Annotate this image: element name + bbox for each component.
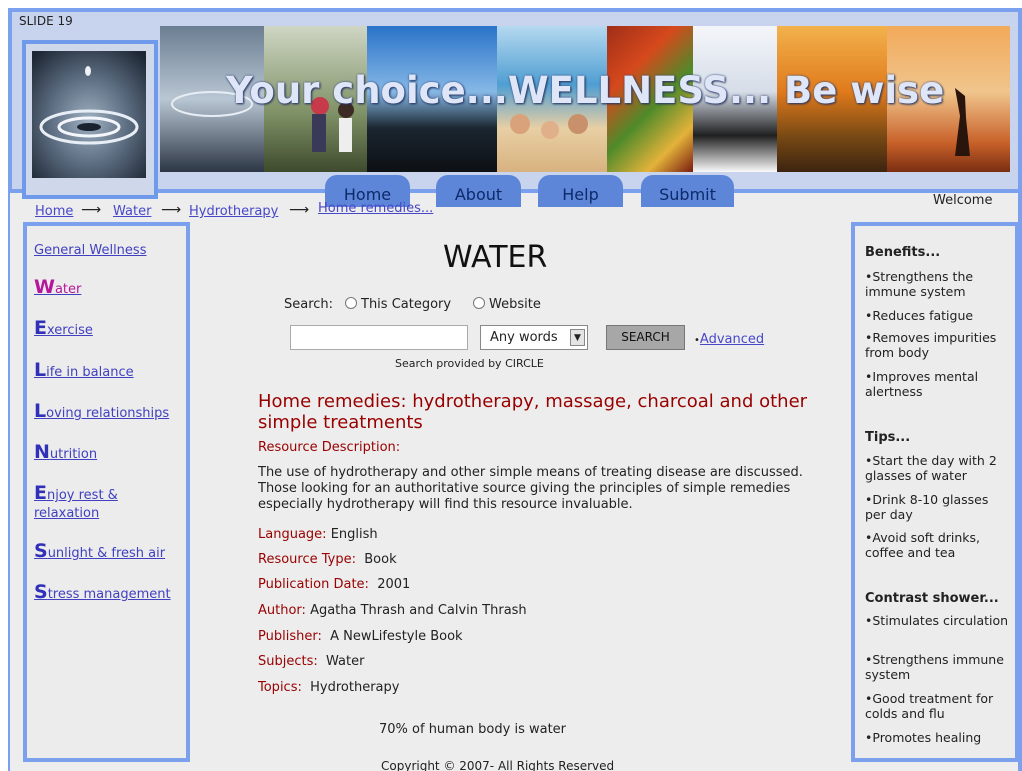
nav-label: xercise xyxy=(46,323,93,338)
detail-publisher: Publisher: A NewLifestyle Book xyxy=(258,629,463,644)
copyright: Copyright © 2007- All Rights Reserved xyxy=(381,759,615,771)
benefit-item: •Reduces fatigue xyxy=(865,308,974,323)
detail-subjects: Subjects: Water xyxy=(258,654,364,669)
detail-publication-date: Publication Date: 2001 xyxy=(258,577,410,592)
detail-value: Book xyxy=(364,552,397,567)
detail-label: Subjects: xyxy=(258,654,318,669)
nav-initial: N xyxy=(34,441,50,463)
page-title: WATER xyxy=(443,240,548,275)
benefit-item: •Improves mental alertness xyxy=(865,369,979,399)
nav-label: ater xyxy=(54,282,82,297)
search-label-text: Search: xyxy=(284,297,334,312)
tip-item: •Avoid soft drinks, coffee and tea xyxy=(865,530,981,560)
water-fact: 70% of human body is water xyxy=(379,722,567,737)
arrow-right-icon: ⟶ xyxy=(161,202,182,218)
detail-resource-type: Resource Type: Book xyxy=(258,552,397,567)
contrast-heading: Contrast shower... xyxy=(865,591,999,606)
nav-initial: E xyxy=(34,482,47,504)
benefits-heading: Benefits... xyxy=(865,245,941,260)
nav-tab-help[interactable]: Help xyxy=(538,175,623,207)
detail-value: Hydrotherapy xyxy=(310,680,400,695)
detail-author: Author: Agatha Thrash and Calvin Thrash xyxy=(258,603,527,618)
tip-item: •Start the day with 2 glasses of water xyxy=(865,453,997,483)
detail-topics: Topics: Hydrotherapy xyxy=(258,680,399,695)
nav-tab-about[interactable]: About xyxy=(436,175,521,207)
advanced-link[interactable]: Advanced xyxy=(700,332,764,347)
nav-nutrition[interactable]: Nutrition xyxy=(34,443,97,464)
water-drop-logo xyxy=(32,51,146,178)
nav-stress-management[interactable]: Stress management xyxy=(34,583,171,604)
right-info-panel: Benefits... •Strengthens the immune syst… xyxy=(851,222,1019,762)
detail-label: Language: xyxy=(258,527,327,542)
arrow-right-icon: ⟶ xyxy=(289,202,310,218)
nav-initial: L xyxy=(34,400,47,422)
breadcrumb-home-remedies[interactable]: Home remedies... xyxy=(318,201,433,216)
nav-label: unlight & fresh air xyxy=(47,546,166,561)
detail-language: Language: English xyxy=(258,527,378,542)
resource-description: The use of hydrotherapy and other simple… xyxy=(258,465,803,512)
detail-value: English xyxy=(330,527,378,542)
search-button[interactable]: SEARCH xyxy=(606,325,685,350)
contrast-item: •Promotes healing xyxy=(865,730,982,745)
chevron-down-icon: ▼ xyxy=(570,329,585,346)
detail-label: Publication Date: xyxy=(258,577,369,592)
nav-tab-submit[interactable]: Submit xyxy=(641,175,734,207)
nav-loving-relationships[interactable]: Loving relationships xyxy=(34,402,169,423)
contrast-item: •Stimulates circulation xyxy=(865,613,1009,628)
benefit-item: •Strengthens the immune system xyxy=(865,269,974,299)
detail-value: Agatha Thrash and Calvin Thrash xyxy=(310,603,527,618)
nav-exercise[interactable]: Exercise xyxy=(34,319,93,340)
contrast-item: •Strengthens immune system xyxy=(865,652,1004,682)
nav-label: oving relationships xyxy=(46,406,170,421)
match-select-value: Any words xyxy=(490,330,558,345)
detail-label: Topics: xyxy=(258,680,302,695)
nav-label: ife in balance xyxy=(46,365,134,380)
detail-label: Publisher: xyxy=(258,629,322,644)
arrow-right-icon: ⟶ xyxy=(81,202,102,218)
search-label: Search: xyxy=(284,297,333,312)
radio-this-category-label: This Category xyxy=(361,297,452,312)
search-input[interactable] xyxy=(290,325,468,350)
slide-label: SLIDE 19 xyxy=(19,14,73,28)
radio-website-label: Website xyxy=(489,297,541,312)
nav-initial: W xyxy=(34,276,55,298)
nav-water[interactable]: Water xyxy=(34,278,81,299)
nav-initial: S xyxy=(34,540,48,562)
breadcrumb-water[interactable]: Water xyxy=(113,204,151,219)
detail-value: A NewLifestyle Book xyxy=(330,629,463,644)
detail-value: Water xyxy=(326,654,365,669)
breadcrumb-home[interactable]: Home xyxy=(35,204,73,219)
description-label: Resource Description: xyxy=(258,440,401,455)
nav-life-in-balance[interactable]: Life in balance xyxy=(34,361,134,382)
nav-label: njoy rest & xyxy=(46,488,118,503)
search-provider-note: Search provided by CIRCLE xyxy=(395,357,544,370)
nav-label: utrition xyxy=(49,447,98,462)
banner-title: Your choice...WELLNESS... Be wise xyxy=(226,69,945,112)
detail-value: 2001 xyxy=(377,577,411,592)
resource-title: Home remedies: hydrotherapy, massage, ch… xyxy=(258,391,808,433)
nav-enjoy-rest[interactable]: Enjoy rest & relaxation xyxy=(34,484,118,523)
welcome-text: Welcome xyxy=(933,193,993,208)
left-nav-panel: General Wellness Water Exercise Life in … xyxy=(23,222,190,762)
detail-label: Author: xyxy=(258,603,306,618)
radio-this-category[interactable] xyxy=(345,297,357,309)
nav-label: tress management xyxy=(47,587,171,602)
nav-initial: S xyxy=(34,581,48,603)
nav-general-wellness[interactable]: General Wellness xyxy=(34,242,146,260)
nav-initial: E xyxy=(34,317,47,339)
nav-initial: L xyxy=(34,359,47,381)
nav-sunlight[interactable]: Sunlight & fresh air xyxy=(34,542,165,563)
nav-label-line2: relaxation xyxy=(34,506,100,521)
advanced-search[interactable]: •Advanced xyxy=(694,332,764,347)
contrast-item: •Good treatment for colds and flu xyxy=(865,691,994,721)
tip-item: •Drink 8-10 glasses per day xyxy=(865,492,989,522)
match-select[interactable]: Any words ▼ xyxy=(480,325,588,350)
radio-website[interactable] xyxy=(473,297,485,309)
tips-heading: Tips... xyxy=(865,430,911,445)
detail-label: Resource Type: xyxy=(258,552,356,567)
breadcrumb-hydrotherapy[interactable]: Hydrotherapy xyxy=(189,204,278,219)
benefit-item: •Removes impurities from body xyxy=(865,330,997,360)
